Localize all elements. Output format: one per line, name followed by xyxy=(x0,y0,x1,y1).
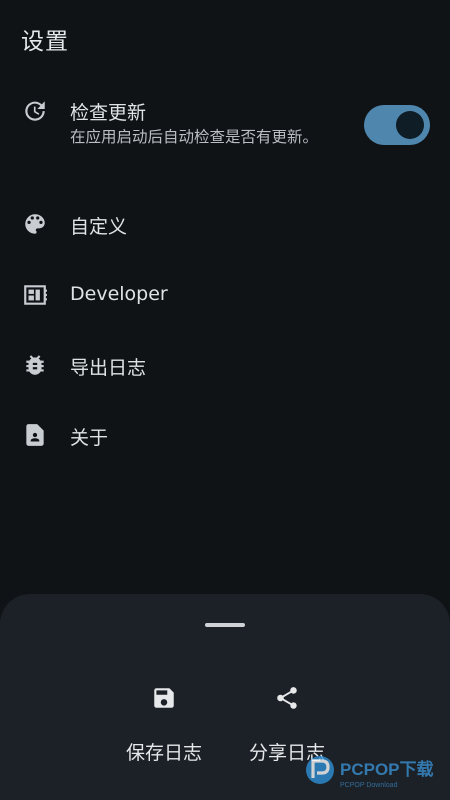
settings-item-developer[interactable]: Developer xyxy=(0,274,450,316)
watermark-tagline: PCPOP Download xyxy=(340,782,398,789)
settings-item-label: 导出日志 xyxy=(70,357,147,379)
drag-handle[interactable] xyxy=(205,623,245,627)
settings-item-label: 检查更新 xyxy=(70,102,147,124)
settings-item-label: 关于 xyxy=(70,427,109,449)
toggle-knob xyxy=(396,111,424,139)
update-icon xyxy=(22,98,48,124)
settings-item-export-logs[interactable]: 导出日志 xyxy=(0,344,450,386)
settings-item-about[interactable]: 关于 xyxy=(0,414,450,456)
contact-page-icon xyxy=(22,422,48,448)
settings-screen: 设置 检查更新 在应用启动后自动检查是否有更新。 自定义 Developer 导… xyxy=(0,0,450,800)
save-logs-button[interactable]: 保存日志 xyxy=(99,684,229,774)
share-icon xyxy=(273,684,301,712)
page-title: 设置 xyxy=(21,29,69,55)
developer-board-icon xyxy=(22,282,48,308)
save-logs-label: 保存日志 xyxy=(125,742,202,764)
check-updates-toggle[interactable] xyxy=(364,105,430,145)
bug-icon xyxy=(22,352,48,378)
settings-item-description: 在应用启动后自动检查是否有更新。 xyxy=(70,128,319,146)
palette-icon xyxy=(22,211,48,237)
settings-item-label: Developer xyxy=(70,283,168,305)
pcpop-watermark-logo: PCPOP下载 PCPOP Download xyxy=(300,748,450,798)
settings-item-label: 自定义 xyxy=(70,216,128,238)
save-icon xyxy=(150,684,178,712)
watermark-brand: PCPOP下载 xyxy=(340,759,434,779)
settings-item-customize[interactable]: 自定义 xyxy=(0,204,450,246)
